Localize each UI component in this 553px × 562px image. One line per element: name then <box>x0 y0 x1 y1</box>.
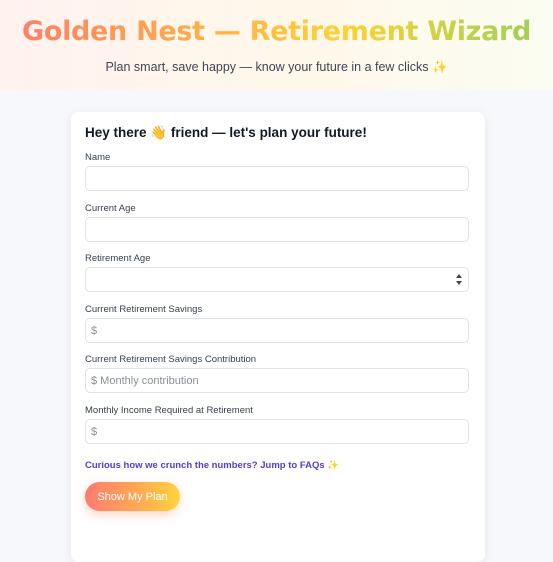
current-age-input[interactable] <box>85 217 469 242</box>
faq-link[interactable]: Curious how we crunch the numbers? Jump … <box>85 460 339 472</box>
current-savings-label: Current Retirement Savings <box>85 304 203 315</box>
name-input[interactable] <box>85 166 469 191</box>
retirement-age-input[interactable] <box>85 267 469 292</box>
sparkle-icon: ✨ <box>327 460 340 471</box>
savings-contribution-input[interactable] <box>85 368 469 393</box>
hero-banner: Golden Nest — Retirement Wizard Plan sma… <box>0 0 553 90</box>
faq-link-text[interactable]: Curious how we crunch the numbers? Jump … <box>85 460 325 471</box>
current-age-label: Current Age <box>85 203 136 214</box>
retirement-age-label: Retirement Age <box>85 253 151 264</box>
current-savings-input[interactable] <box>85 318 469 343</box>
monthly-income-label: Monthly Income Required at Retirement <box>85 405 253 416</box>
stepper-down-icon[interactable] <box>456 281 462 285</box>
stepper-up-icon[interactable] <box>456 274 462 278</box>
sparkle-icon: ✨ <box>431 60 448 74</box>
number-stepper-icon[interactable] <box>456 273 463 286</box>
page-title: Golden Nest — Retirement Wizard <box>0 14 553 50</box>
form-heading: Hey there 👋 friend — let's plan your fut… <box>85 125 367 140</box>
show-my-plan-button[interactable]: Show My Plan <box>85 482 180 511</box>
monthly-income-input[interactable] <box>85 419 469 444</box>
retirement-form-card: Hey there 👋 friend — let's plan your fut… <box>71 112 485 562</box>
savings-contribution-label: Current Retirement Savings Contribution <box>85 354 257 365</box>
page-subtitle: Plan smart, save happy — know your futur… <box>0 59 553 75</box>
subtitle-text: Plan smart, save happy — know your futur… <box>105 60 429 74</box>
name-label: Name <box>85 152 111 163</box>
